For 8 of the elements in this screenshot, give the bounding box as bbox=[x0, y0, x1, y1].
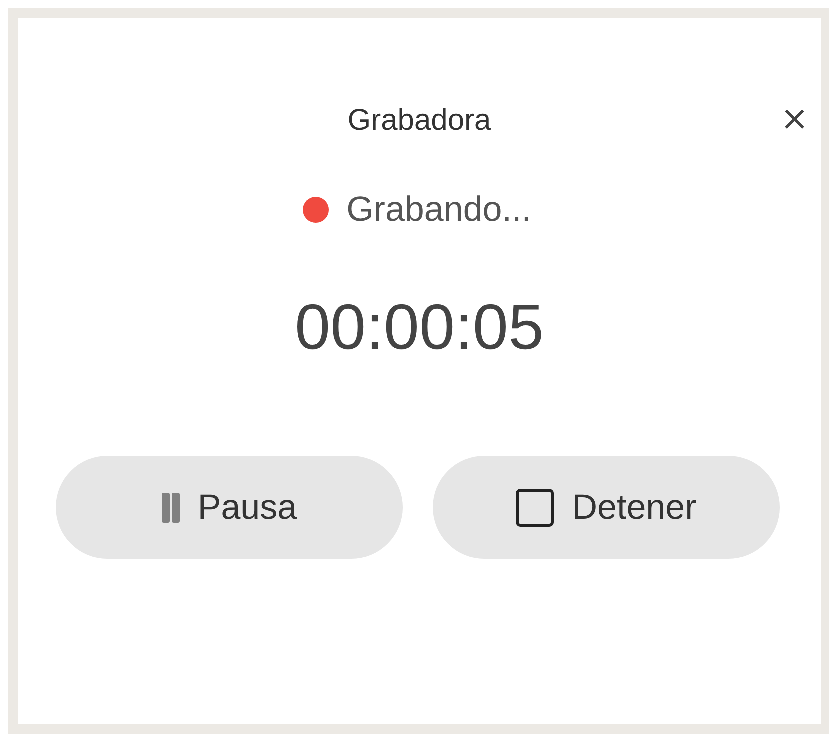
pause-button[interactable]: Pausa bbox=[56, 456, 403, 559]
dialog-title: Grabadora bbox=[348, 104, 492, 138]
pause-icon bbox=[162, 492, 180, 522]
stop-icon bbox=[516, 488, 554, 526]
elapsed-time: 00:00:05 bbox=[294, 290, 544, 364]
stop-button[interactable]: Detener bbox=[433, 456, 780, 559]
close-button[interactable]: × bbox=[776, 102, 813, 136]
status-label: Grabando... bbox=[346, 190, 532, 230]
